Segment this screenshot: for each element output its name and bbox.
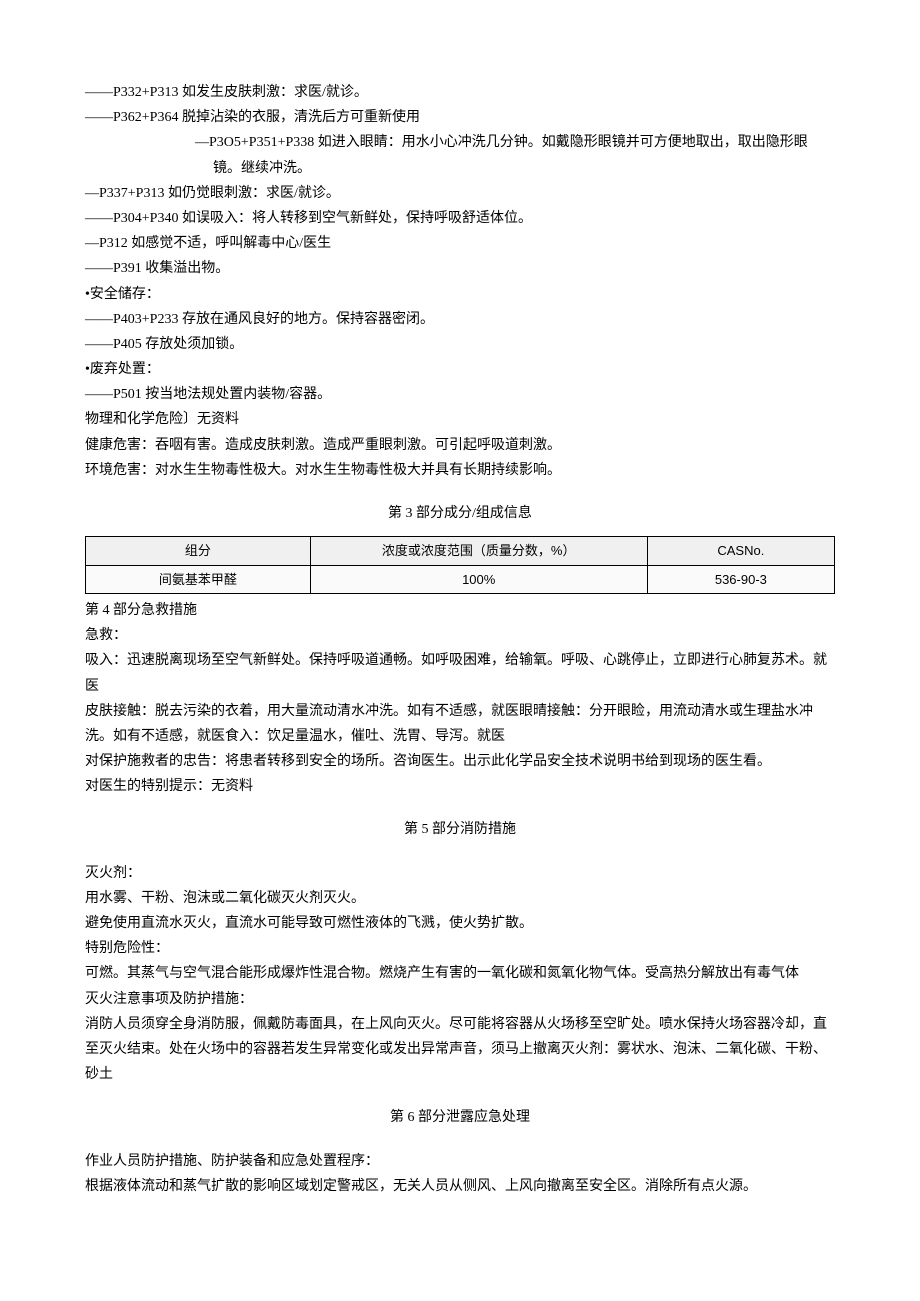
s5-line: 消防人员须穿全身消防服，佩戴防毒面具，在上风向灭火。尽可能将容器从火场移至空旷处…	[85, 1012, 835, 1088]
health-hazard: 健康危害：吞咽有害。造成皮肤刺激。造成严重眼刺激。可引起呼吸道刺激。	[85, 433, 835, 458]
col-component: 组分	[86, 537, 311, 565]
p-statement: ——P391 收集溢出物。	[85, 256, 835, 281]
p-statement: ——P304+P340 如误吸入：将人转移到空气新鲜处，保持呼吸舒适体位。	[85, 206, 835, 231]
p-statement: ——P332+P313 如发生皮肤刺激：求医/就诊。	[85, 80, 835, 105]
p-statement: —P337+P313 如仍觉眼刺激：求医/就诊。	[85, 181, 835, 206]
s4-line: 急救：	[85, 623, 835, 648]
disposal-items: ——P501 按当地法规处置内装物/容器。	[85, 382, 835, 407]
s4-line: 皮肤接触：脱去污染的衣着，用大量流动清水冲洗。如有不适感，就医眼晴接触：分开眼睑…	[85, 699, 835, 749]
environmental-hazard: 环境危害：对水生生物毒性极大。对水生生物毒性极大并具有长期持续影响。	[85, 458, 835, 483]
section-5-title: 第 5 部分消防措施	[85, 817, 835, 842]
storage-items: ——P403+P233 存放在通风良好的地方。保持容器密闭。 ——P405 存放…	[85, 307, 835, 357]
s5-line: 灭火剂：	[85, 861, 835, 886]
composition-table: 组分 浓度或浓度范围（质量分数，%） CASNo. 间氨基苯甲醛 100% 53…	[85, 536, 835, 594]
s4-line: 吸入：迅速脱离现场至空气新鲜处。保持呼吸道通畅。如呼吸困难，给输氧。呼吸、心跳停…	[85, 648, 835, 698]
cell-concentration: 100%	[310, 565, 647, 593]
disposal-item: ——P501 按当地法规处置内装物/容器。	[85, 382, 835, 407]
p-statement: —P312 如感觉不适，呼叫解毒中心/医生	[85, 231, 835, 256]
section-4-title: 第 4 部分急救措施	[85, 598, 835, 623]
table-header-row: 组分 浓度或浓度范围（质量分数，%） CASNo.	[86, 537, 835, 565]
s4-line: 对医生的特别提示：无资料	[85, 774, 835, 799]
section-3-title: 第 3 部分成分/组成信息	[85, 501, 835, 526]
s5-line: 特别危险性：	[85, 936, 835, 961]
s5-line: 灭火注意事项及防护措施：	[85, 987, 835, 1012]
disposal-heading: •废弃处置：	[85, 357, 835, 382]
col-concentration: 浓度或浓度范围（质量分数，%）	[310, 537, 647, 565]
table-row: 间氨基苯甲醛 100% 536-90-3	[86, 565, 835, 593]
section-6-title: 第 6 部分泄露应急处理	[85, 1105, 835, 1130]
cell-cas: 536-90-3	[647, 565, 834, 593]
s5-line: 可燃。其蒸气与空气混合能形成爆炸性混合物。燃烧产生有害的一氧化碳和氮氧化物气体。…	[85, 961, 835, 986]
storage-heading: •安全储存：	[85, 282, 835, 307]
storage-item: ——P405 存放处须加锁。	[85, 332, 835, 357]
cell-component: 间氨基苯甲醛	[86, 565, 311, 593]
p-statement: ——P362+P364 脱掉沾染的衣服，清洗后方可重新使用	[85, 105, 835, 130]
p-statement: —P3O5+P351+P338 如进入眼睛：用水小心冲洗几分钟。如戴隐形眼镜并可…	[213, 130, 835, 180]
s4-line: 对保护施救者的忠告：将患者转移到安全的场所。咨询医生。出示此化学品安全技术说明书…	[85, 749, 835, 774]
physical-chemical-hazard: 物理和化学危险〕无资料	[85, 407, 835, 432]
s5-line: 用水雾、干粉、泡沫或二氧化碳灭火剂灭火。	[85, 886, 835, 911]
storage-item: ——P403+P233 存放在通风良好的地方。保持容器密闭。	[85, 307, 835, 332]
s5-line: 避免使用直流水灭火，直流水可能导致可燃性液体的飞溅，使火势扩散。	[85, 911, 835, 936]
col-cas: CASNo.	[647, 537, 834, 565]
s6-line: 作业人员防护措施、防护装备和应急处置程序：	[85, 1149, 835, 1174]
s6-line: 根据液体流动和蒸气扩散的影响区域划定警戒区，无关人员从侧风、上风向撤离至安全区。…	[85, 1174, 835, 1199]
p-statements-block: ——P332+P313 如发生皮肤刺激：求医/就诊。 ——P362+P364 脱…	[85, 80, 835, 282]
